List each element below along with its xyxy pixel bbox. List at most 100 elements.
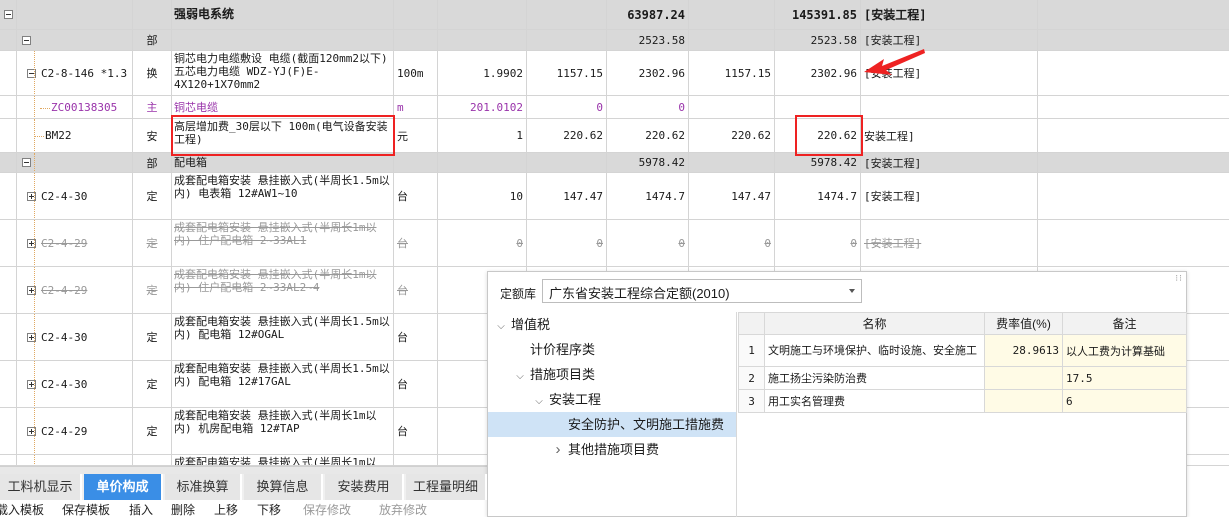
- tree-node-label: 安装工程: [549, 392, 602, 407]
- bottom-toolbar: 载入模板 保存模板 插入 删除 上移 下移 保存修改 放弃修改: [0, 502, 487, 517]
- toolbar-button-3[interactable]: 删除: [171, 502, 195, 517]
- category-cell-value: 安: [146, 129, 158, 143]
- code-cell: [17, 0, 133, 29]
- section-row[interactable]: 配电箱部 5978.42 5978.42 [安装工程]: [0, 153, 1229, 173]
- fee-type-cell-value: [861, 96, 1037, 118]
- fee-rate: [984, 389, 1063, 413]
- section-row[interactable]: 部 2523.58 2523.58 [安装工程]: [0, 30, 1229, 51]
- category-cell-value: 换: [146, 67, 158, 80]
- chevron-down-icon[interactable]: ⌵: [494, 314, 508, 339]
- row-index: 3: [738, 389, 765, 413]
- tree-connector: [34, 173, 35, 219]
- toolbar-button-5[interactable]: 下移: [257, 502, 281, 517]
- item-name: 成套配电箱安装 悬挂嵌入式(半周长1.5m以内) 配电箱 12#17GAL: [174, 362, 390, 388]
- toolbar-button-7[interactable]: 放弃修改: [379, 502, 427, 517]
- category-cell-value: 定: [146, 237, 158, 250]
- table-row[interactable]: 1 文明施工与环境保护、临时设施、安全施工 28.9613 以人工费为计算基础: [738, 334, 1187, 367]
- code-cell: C2-4-30: [17, 314, 133, 360]
- tab-1[interactable]: 单价构成: [84, 474, 163, 500]
- tree-node[interactable]: ⌵ 措施项目类: [488, 362, 736, 387]
- category-cell: 定: [133, 314, 172, 360]
- unit-cell-value: 台: [397, 190, 408, 203]
- code-cell: C2-4-29: [17, 408, 133, 454]
- highlight-box-total: [795, 115, 863, 156]
- tab-0[interactable]: 工料机显示: [0, 474, 82, 500]
- collapse-icon[interactable]: [22, 35, 31, 45]
- unit-cell-value: 元: [397, 129, 408, 143]
- toolbar-button-0[interactable]: 载入模板: [0, 502, 44, 517]
- fee-type-cell: [861, 96, 1038, 118]
- table-row[interactable]: 2 施工扬尘污染防治费 17.5: [738, 366, 1187, 390]
- category-cell: 换: [133, 51, 172, 95]
- tab-5[interactable]: 工程量明细: [406, 474, 487, 500]
- name-cell: 成套配电箱安装 悬挂嵌入式(半周长1.5m以内) 电表箱 12#AW1~10: [172, 173, 394, 219]
- table-row[interactable]: C2-4-30 成套配电箱安装 悬挂嵌入式(半周长1.5m以内) 电表箱 12#A…: [0, 173, 1229, 220]
- unit-cell-value: [394, 455, 437, 465]
- item-name: 成套配电箱安装 悬挂嵌入式(半周长1m以内) 住户配电箱 2~33AL2~4: [174, 268, 377, 294]
- toolbar-button-2[interactable]: 插入: [129, 502, 153, 517]
- code-cell: [17, 153, 133, 172]
- fee-name: 用工实名管理费: [764, 389, 985, 413]
- total-price-cell-value: 0: [678, 100, 685, 114]
- row-indicator-cell: [0, 314, 17, 360]
- tab-3[interactable]: 换算信息: [244, 474, 323, 500]
- item-name: [172, 30, 393, 50]
- tree-node[interactable]: 安全防护、文明施工措施费: [488, 412, 736, 437]
- quota-library-select[interactable]: 广东省安装工程综合定额(2010): [542, 279, 862, 303]
- item-name: 成套配电箱安装 悬挂嵌入式(半周长1m以内) 机房配电箱 12#TAP: [174, 409, 377, 435]
- table-row[interactable]: 3 用工实名管理费 6: [738, 389, 1187, 413]
- tree-connector: [34, 96, 35, 118]
- section-row[interactable]: 强弱电系统 63987.24 145391.85 [安装工程]: [0, 0, 1229, 30]
- name-cell: 成套配电箱安装 悬挂嵌入式(半周长1m以: [172, 455, 394, 465]
- fee-type-cell: [安装工程]: [861, 220, 1038, 266]
- table-row[interactable]: C2-8-146 *1.3 铜芯电力电缆敷设 电缆(截面120mm2以下) 五芯电…: [0, 51, 1229, 96]
- tree-node[interactable]: › 其他措施项目费: [488, 437, 736, 462]
- code-cell: [17, 455, 133, 465]
- tree-connector: [34, 51, 35, 95]
- column-header-rate: 费率值(%): [984, 312, 1063, 335]
- chevron-right-icon[interactable]: ›: [551, 437, 565, 462]
- unit-price-cell: [527, 30, 607, 50]
- total-price-cell: 220.62: [607, 119, 689, 152]
- row-indicator-cell: [0, 267, 17, 313]
- tab-2[interactable]: 标准换算: [165, 474, 242, 500]
- table-row[interactable]: C2-4-29 成套配电箱安装 悬挂嵌入式(半周长1m以内) 住户配电箱 2~33…: [0, 220, 1229, 267]
- fee-name: 文明施工与环境保护、临时设施、安全施工: [764, 334, 985, 367]
- item-code: C2-4-30: [41, 377, 88, 391]
- category-cell-value: 部: [146, 156, 158, 170]
- row-indicator-cell: [0, 119, 17, 152]
- collapse-icon[interactable]: [22, 158, 31, 167]
- toolbar-button-1[interactable]: 保存模板: [62, 502, 110, 517]
- chevron-down-icon[interactable]: ⌵: [513, 364, 527, 389]
- horizontal-scrollbar[interactable]: [0, 466, 487, 474]
- collapse-icon[interactable]: [4, 10, 13, 19]
- tree-node[interactable]: 计价程序类: [488, 337, 736, 362]
- row-indicator-cell: [0, 361, 17, 407]
- unit-price-cell-value: 220.62: [563, 129, 603, 142]
- column-header-index: [738, 312, 765, 335]
- fee-rate-table: 名称 费率值(%) 备注 1 文明施工与环境保护、临时设施、安全施工 28.9613…: [738, 312, 1187, 413]
- unit-price-cell-value: 0: [596, 236, 603, 250]
- quantity-cell-value: 1: [516, 129, 523, 142]
- quantity-cell-value: 201.0102: [470, 100, 523, 114]
- category-cell: 定: [133, 173, 172, 219]
- total-price-cell: 0: [607, 96, 689, 118]
- code-cell: C2-8-146 *1.3: [17, 51, 133, 95]
- toolbar-button-4[interactable]: 上移: [214, 502, 238, 517]
- total-price-cell-value: 2523.58: [638, 33, 685, 47]
- resize-grip-icon[interactable]: ⁝⁝: [1175, 274, 1183, 284]
- name-cell: 成套配电箱安装 悬挂嵌入式(半周长1.5m以内) 配电箱 12#OGAL: [172, 314, 394, 360]
- row-indicator-cell: [0, 220, 17, 266]
- quantity-cell-value: [438, 153, 526, 172]
- tree-node[interactable]: ⌵ 安装工程: [488, 387, 736, 412]
- category-cell-value: [133, 0, 171, 29]
- composite-unit-price-cell: [689, 30, 775, 50]
- tab-4[interactable]: 安装费用: [325, 474, 404, 500]
- unit-cell-value: 台: [397, 378, 408, 391]
- chevron-down-icon[interactable]: ⌵: [532, 389, 546, 414]
- toolbar-button-6[interactable]: 保存修改: [303, 502, 351, 517]
- tree-connector: [34, 153, 35, 172]
- remarks-cell: [1038, 153, 1229, 172]
- remarks-cell: [1038, 30, 1229, 50]
- tree-node[interactable]: ⌵ 增值税: [488, 312, 736, 337]
